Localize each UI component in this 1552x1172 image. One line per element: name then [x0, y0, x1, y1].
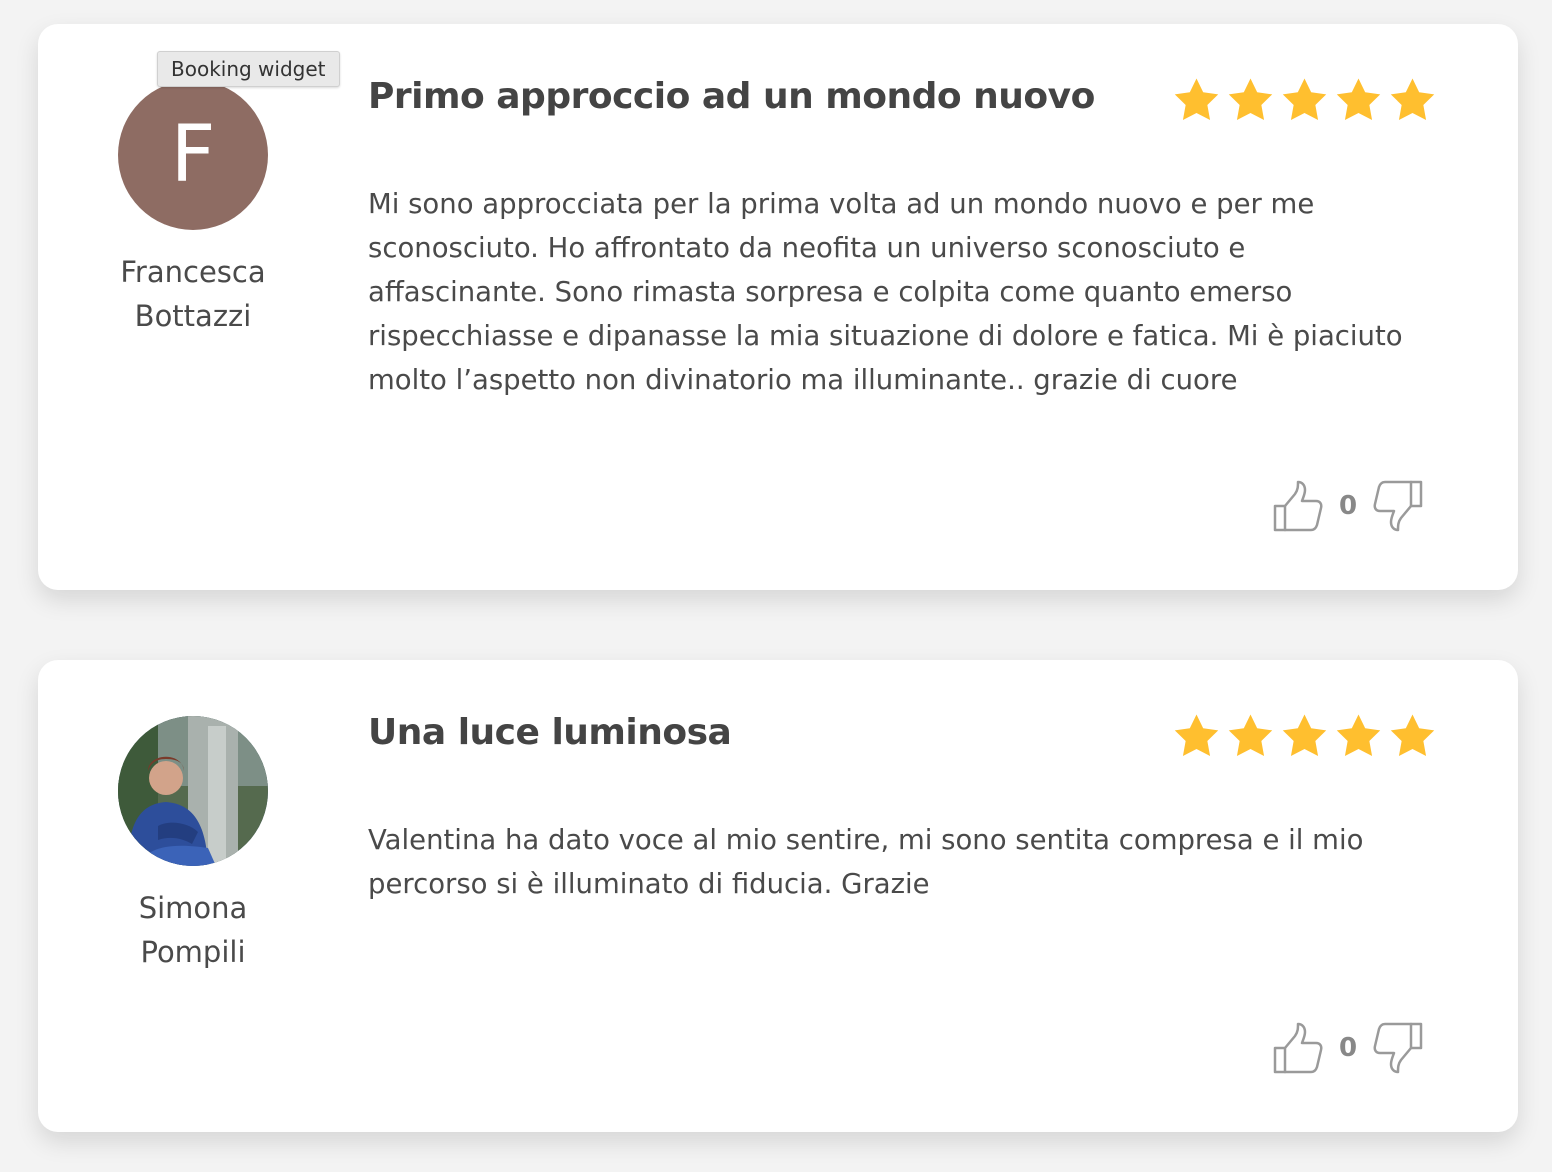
star-icon — [1387, 712, 1438, 760]
thumbs-down-button[interactable] — [1370, 476, 1426, 536]
thumbs-up-icon — [1273, 1022, 1323, 1074]
avatar: F — [118, 80, 268, 230]
thumbs-up-icon — [1273, 480, 1323, 532]
thumbs-down-icon — [1373, 1022, 1423, 1074]
star-icon — [1333, 712, 1384, 760]
author-last-name: Pompili — [140, 935, 246, 969]
review-title: Una luce luminosa — [368, 712, 732, 753]
star-icon — [1171, 712, 1222, 760]
author-first-name: Simona — [138, 891, 248, 925]
star-icon — [1387, 76, 1438, 124]
avatar-initial: F — [170, 110, 216, 200]
review-body: Valentina ha dato voce al mio sentire, m… — [368, 824, 1364, 900]
review-votes: 0 — [1270, 1018, 1426, 1078]
avatar-photo — [118, 716, 268, 866]
thumbs-up-button[interactable] — [1270, 476, 1326, 536]
vote-count: 0 — [1338, 1033, 1358, 1063]
star-icon — [1225, 712, 1276, 760]
author-name: Simona Pompili — [118, 886, 268, 974]
star-rating — [1171, 712, 1438, 760]
star-icon — [1171, 76, 1222, 124]
thumbs-down-icon — [1373, 480, 1423, 532]
review-title: Primo approccio ad un mondo nuovo — [368, 76, 1095, 117]
review-author: Simona Pompili — [118, 716, 268, 974]
star-icon — [1225, 76, 1276, 124]
booking-widget-tooltip: Booking widget — [157, 51, 340, 87]
avatar — [118, 716, 268, 866]
star-icon — [1279, 76, 1330, 124]
thumbs-up-button[interactable] — [1270, 1018, 1326, 1078]
author-name: Francesca Bottazzi — [118, 250, 268, 338]
star-icon — [1333, 76, 1384, 124]
vote-count: 0 — [1338, 491, 1358, 521]
star-rating — [1171, 76, 1438, 124]
star-icon — [1279, 712, 1330, 760]
review-card: F Francesca Bottazzi Primo approccio ad … — [38, 24, 1518, 590]
review-card: Simona Pompili Una luce luminosa Valenti… — [38, 660, 1518, 1132]
review-votes: 0 — [1270, 476, 1426, 536]
author-last-name: Bottazzi — [134, 299, 252, 333]
author-first-name: Francesca — [120, 255, 266, 289]
thumbs-down-button[interactable] — [1370, 1018, 1426, 1078]
review-author: F Francesca Bottazzi — [118, 80, 268, 338]
review-body: Mi sono approcciata per la prima volta a… — [368, 188, 1403, 396]
